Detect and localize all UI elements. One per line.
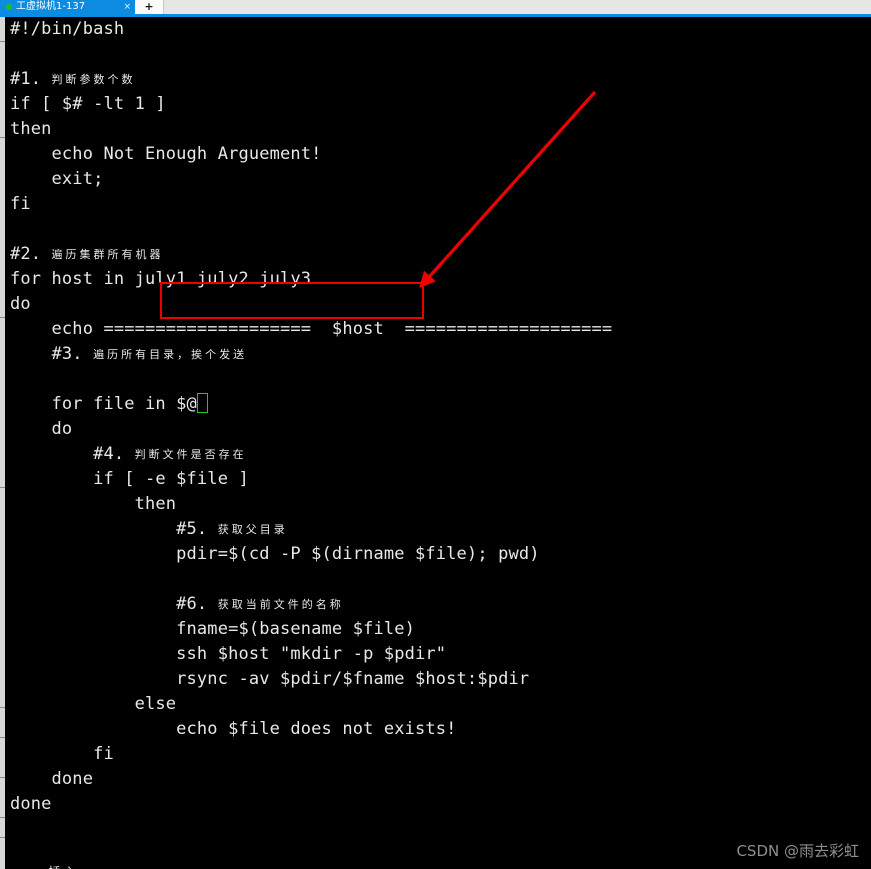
code-line: fi — [10, 744, 114, 764]
code-line: #3. 遍历所有目录，挨个发送 — [10, 344, 248, 364]
code-line: then — [10, 494, 177, 514]
close-icon[interactable]: × — [123, 0, 131, 14]
code-line: do — [10, 294, 31, 314]
connection-status-dot-icon — [6, 4, 12, 10]
code-line: do — [10, 419, 73, 439]
code-line: echo Not Enough Arguement! — [10, 144, 322, 164]
left-gutter-scrollbar[interactable] — [0, 17, 5, 869]
code-line: else — [10, 694, 177, 714]
code-line: done — [10, 769, 94, 789]
tab-title: 工虚拟机1-137 — [16, 1, 86, 12]
code-line: fname=$(basename $file) — [10, 619, 416, 639]
code-line: #2. 遍历集群所有机器 — [10, 244, 164, 264]
code-line: rsync -av $pdir/$fname $host:$pdir — [10, 669, 530, 689]
new-tab-button[interactable]: + — [135, 0, 164, 14]
tab-bar-filler — [164, 0, 871, 14]
code-line: ssh $host "mkdir -p $pdir" — [10, 644, 447, 664]
code-line: pdir=$(cd -P $(dirname $file); pwd) — [10, 544, 540, 564]
tab-bar: 工虚拟机1-137 × + — [0, 0, 871, 14]
vim-editor-pane[interactable]: #!/bin/bash #1. 判断参数个数 if [ $# -lt 1 ] the… — [0, 17, 871, 869]
code-line: done — [10, 794, 52, 814]
code-line: #1. 判断参数个数 — [10, 69, 136, 89]
vim-mode-status: -- 插入 -- — [10, 862, 119, 869]
code-line: #!/bin/bash — [10, 19, 125, 39]
code-line: #6. 获取当前文件的名称 — [10, 594, 344, 614]
code-line: if [ $# -lt 1 ] — [10, 94, 166, 114]
code-line: then — [10, 119, 52, 139]
code-line: fi — [10, 194, 31, 214]
watermark: CSDN @雨去彩虹 — [736, 842, 859, 860]
code-line: #4. 判断文件是否存在 — [10, 444, 247, 464]
tab-vm-137[interactable]: 工虚拟机1-137 × — [0, 0, 135, 14]
script-source-code[interactable]: #!/bin/bash #1. 判断参数个数 if [ $# -lt 1 ] the… — [10, 17, 871, 817]
code-line: for host in july1 july2 july3 — [10, 269, 312, 289]
text-cursor — [196, 393, 208, 413]
code-line: echo $file does not exists! — [10, 719, 457, 739]
terminal-window: 工虚拟机1-137 × + #!/bin/bash #1. 判断参数个数 if [… — [0, 0, 871, 869]
code-line: for file in $@ — [10, 392, 871, 417]
code-line: echo ==================== $host ========… — [10, 319, 613, 339]
code-line: exit; — [10, 169, 104, 189]
code-line: if [ -e $file ] — [10, 469, 249, 489]
code-line: #5. 获取父目录 — [10, 519, 288, 539]
